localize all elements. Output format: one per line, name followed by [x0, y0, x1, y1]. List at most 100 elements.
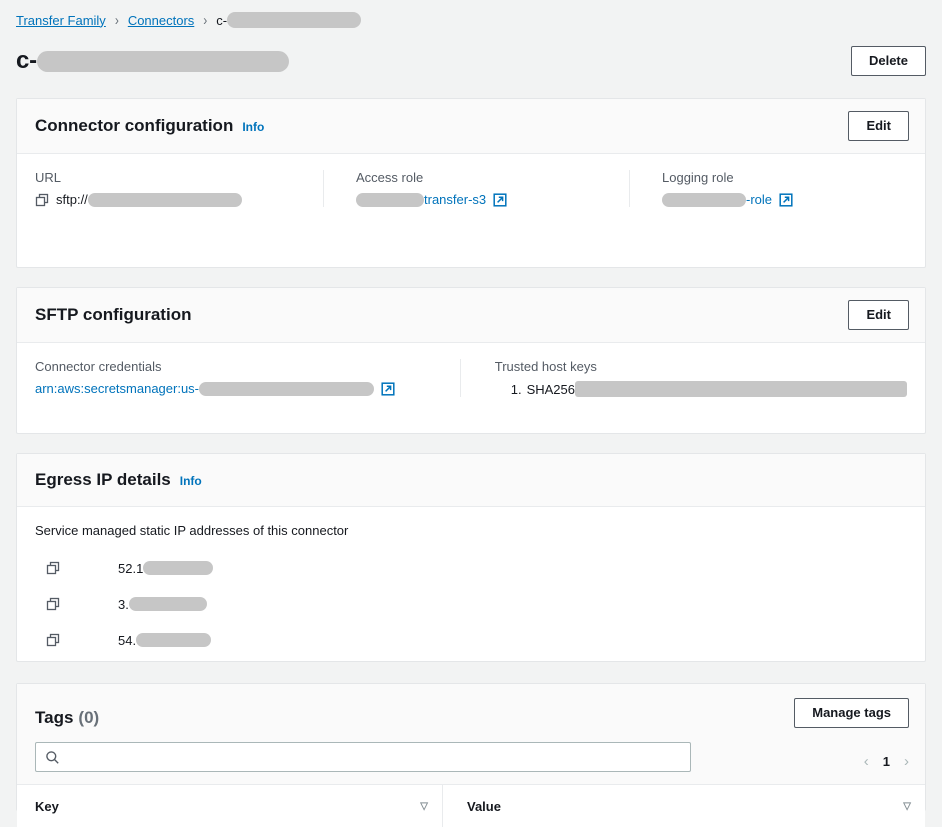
field-logging-role: Logging role -role: [629, 170, 907, 207]
external-link-icon[interactable]: [779, 192, 793, 207]
tags-table-header-row: Key ▽ Value ▽: [17, 784, 925, 827]
redacted-ip-octets: [128, 597, 207, 611]
egress-ip-value: 3.: [118, 597, 207, 612]
access-role-link[interactable]: transfer-s3: [424, 192, 486, 207]
sftp-configuration-body: Connector credentials arn:aws:secretsman…: [17, 343, 925, 415]
page-title: c-: [16, 47, 289, 75]
field-access-role: Access role transfer-s3: [323, 170, 629, 207]
pagination-current-page[interactable]: 1: [883, 754, 890, 769]
manage-tags-button[interactable]: Manage tags: [794, 698, 909, 728]
egress-ip-value: 54.: [118, 632, 212, 648]
info-link-connector-configuration[interactable]: Info: [242, 120, 264, 134]
page-title-text: c-: [16, 47, 37, 74]
breadcrumb-current-text: c-: [216, 12, 228, 28]
logging-role-link[interactable]: -role: [746, 192, 772, 207]
breadcrumb-item-transfer-family[interactable]: Transfer Family: [16, 13, 106, 28]
search-icon: [45, 750, 60, 765]
external-link-icon[interactable]: [493, 192, 507, 207]
tags-title-text: Tags: [35, 708, 74, 727]
redacted-connector-name: [36, 50, 289, 72]
egress-ip-value-text: 52.1: [118, 560, 144, 576]
delete-button[interactable]: Delete: [850, 46, 926, 76]
tags-column-header-key[interactable]: Key ▽: [17, 785, 442, 827]
redacted-connector-id: [227, 12, 362, 28]
egress-ip-details-header: Egress IP details Info: [17, 454, 925, 507]
connector-configuration-header: Connector configuration Info Edit: [17, 99, 925, 154]
copy-icon[interactable]: [43, 597, 63, 611]
external-link-icon[interactable]: [381, 381, 395, 396]
field-trusted-host-keys-label: Trusted host keys: [494, 359, 597, 374]
edit-connector-configuration-button[interactable]: Edit: [848, 111, 909, 141]
field-connector-credentials: Connector credentials arn:aws:secretsman…: [35, 359, 460, 397]
egress-ip-row: 54.: [35, 622, 907, 658]
egress-ip-value: 52.1: [118, 560, 214, 576]
connector-configuration-body: URL sftp:// Access role transfer-s3 Logg…: [17, 154, 925, 225]
sftp-configuration-title-text: SFTP configuration: [35, 305, 192, 324]
tags-toolbar: ‹ 1 ›: [17, 732, 925, 784]
egress-ip-row: 3.: [35, 586, 907, 622]
tags-header: Tags (0) Manage tags: [17, 684, 925, 732]
breadcrumb: Transfer Family › Connectors › c-: [16, 11, 362, 29]
tags-title: Tags (0): [35, 708, 99, 728]
trusted-host-key-index: 1.: [510, 381, 522, 397]
trusted-host-key-item: 1. SHA256: [511, 381, 907, 397]
field-access-role-label: Access role: [356, 170, 424, 185]
redacted-ip-octets: [143, 561, 214, 575]
sftp-configuration-card: SFTP configuration Edit Connector creden…: [16, 287, 926, 434]
copy-icon[interactable]: [35, 193, 49, 207]
breadcrumb-separator: ›: [203, 11, 208, 29]
info-link-egress-ip-details[interactable]: Info: [180, 474, 202, 488]
tags-count: (0): [78, 708, 100, 727]
pagination-prev-button[interactable]: ‹: [864, 754, 869, 769]
egress-ip-value-text: 54.: [118, 632, 137, 648]
connector-configuration-fields: URL sftp:// Access role transfer-s3 Logg…: [35, 170, 907, 207]
pagination-next-button[interactable]: ›: [904, 754, 909, 769]
sort-caret-icon[interactable]: ▽: [420, 801, 428, 812]
page-header: c- Delete: [16, 44, 926, 78]
tags-actions: Manage tags: [794, 698, 909, 728]
field-url-text: sftp://: [56, 192, 88, 207]
tags-pagination: ‹ 1 ›: [864, 754, 909, 769]
redacted-ip-octets: [136, 633, 212, 647]
connector-credentials-link[interactable]: arn:aws:secretsmanager:us-: [35, 381, 199, 396]
egress-ip-details-body: Service managed static IP addresses of t…: [17, 507, 925, 668]
field-connector-credentials-value: arn:aws:secretsmanager:us-: [35, 381, 444, 396]
egress-ip-details-title-text: Egress IP details: [35, 470, 171, 489]
egress-ip-row: 52.1: [35, 550, 907, 586]
breadcrumb-item-connectors[interactable]: Connectors: [128, 13, 194, 28]
redacted-access-role-prefix: [356, 192, 424, 207]
copy-icon[interactable]: [43, 633, 63, 647]
field-logging-role-label: Logging role: [662, 170, 734, 185]
breadcrumb-item-current: c-: [216, 12, 362, 28]
tags-column-header-key-label: Key: [35, 798, 59, 814]
sftp-configuration-header: SFTP configuration Edit: [17, 288, 925, 343]
redacted-url-host: [87, 192, 242, 207]
field-url-label: URL: [35, 170, 62, 185]
copy-icon[interactable]: [43, 561, 63, 575]
tags-column-header-value-label: Value: [467, 798, 501, 814]
tags-column-header-value[interactable]: Value ▽: [442, 785, 925, 827]
tags-search-box[interactable]: [35, 742, 691, 772]
egress-ip-description: Service managed static IP addresses of t…: [35, 523, 349, 538]
field-access-role-value: transfer-s3: [356, 192, 613, 207]
connector-configuration-card: Connector configuration Info Edit URL sf…: [16, 98, 926, 268]
redacted-host-key-fingerprint: [575, 381, 907, 397]
redacted-logging-role-prefix: [662, 192, 746, 207]
breadcrumb-separator: ›: [114, 11, 119, 29]
field-logging-role-value: -role: [662, 192, 907, 207]
sftp-configuration-fields: Connector credentials arn:aws:secretsman…: [35, 359, 907, 397]
sort-caret-icon[interactable]: ▽: [903, 801, 911, 812]
sftp-configuration-title: SFTP configuration: [35, 305, 191, 325]
field-url-value: sftp://: [35, 192, 307, 207]
edit-sftp-configuration-button[interactable]: Edit: [848, 300, 909, 330]
tags-search-input[interactable]: [67, 748, 681, 766]
egress-ip-value-text: 3.: [118, 596, 129, 612]
field-url: URL sftp://: [35, 170, 323, 207]
redacted-secret-arn: [199, 381, 375, 396]
egress-ip-details-card: Egress IP details Info Service managed s…: [16, 453, 926, 662]
connector-configuration-title: Connector configuration Info: [35, 116, 264, 136]
connector-details-page: Transfer Family › Connectors › c- c- Del…: [0, 0, 942, 827]
connector-configuration-title-text: Connector configuration: [35, 116, 234, 135]
egress-ip-details-title: Egress IP details Info: [35, 470, 202, 490]
field-connector-credentials-label: Connector credentials: [35, 359, 162, 374]
